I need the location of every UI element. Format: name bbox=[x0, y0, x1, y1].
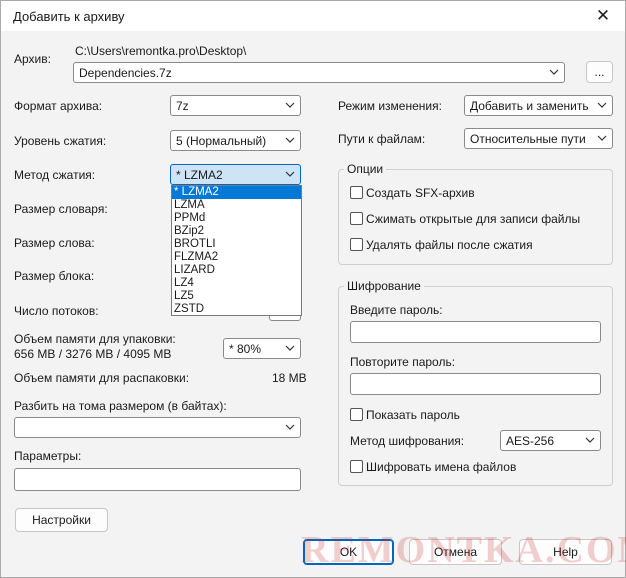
archive-path: C:\Users\remontka.pro\Desktop\ bbox=[75, 44, 247, 58]
method-value: * LZMA2 bbox=[176, 168, 223, 182]
dropdown-option-zstd[interactable]: ZSTD bbox=[172, 303, 301, 316]
ok-button[interactable]: OK bbox=[303, 539, 394, 565]
dropdown-option-brotli[interactable]: BROTLI bbox=[172, 238, 301, 251]
path-mode-value: Относительные пути bbox=[470, 132, 586, 146]
show-password-label: Показать пароль bbox=[366, 408, 460, 422]
mem-pack-label: Объем памяти для упаковки: bbox=[14, 332, 176, 346]
window-title: Добавить к архиву bbox=[13, 9, 125, 24]
params-input[interactable] bbox=[14, 468, 301, 491]
update-mode-select[interactable]: Добавить и заменить bbox=[464, 95, 613, 116]
mem-pack-percent-select[interactable]: * 80% bbox=[223, 338, 301, 359]
format-select[interactable]: 7z bbox=[170, 95, 301, 116]
dropdown-option-lz5[interactable]: LZ5 bbox=[172, 290, 301, 303]
split-label: Разбить на тома размером (в байтах): bbox=[14, 399, 227, 413]
chevron-down-icon bbox=[285, 345, 295, 351]
title-bar: Добавить к архиву ✕ bbox=[1, 1, 625, 31]
dropdown-option-flzma2[interactable]: FLZMA2 bbox=[172, 251, 301, 264]
method-select[interactable]: * LZMA2 bbox=[170, 164, 301, 185]
repeat-password-input[interactable] bbox=[350, 373, 601, 395]
options-group-title: Опции bbox=[344, 162, 387, 176]
word-size-label: Размер слова: bbox=[14, 236, 95, 250]
chevron-down-icon bbox=[597, 135, 607, 141]
mem-unpack-value: 18 MB bbox=[272, 371, 307, 385]
help-button[interactable]: Help bbox=[519, 539, 612, 565]
repeat-password-label: Повторите пароль: bbox=[350, 355, 456, 369]
split-volume-combobox[interactable] bbox=[14, 417, 301, 438]
block-size-label: Размер блока: bbox=[14, 269, 95, 283]
update-mode-label: Режим изменения: bbox=[338, 99, 442, 113]
close-icon: ✕ bbox=[595, 6, 611, 25]
enter-password-label: Введите пароль: bbox=[350, 303, 443, 317]
mem-pack-values: 656 MB / 3276 MB / 4095 MB bbox=[14, 347, 172, 361]
threads-label: Число потоков: bbox=[14, 304, 99, 318]
add-to-archive-dialog: Добавить к архиву ✕ Архив: C:\Users\remo… bbox=[0, 0, 626, 578]
enc-method-value: AES-256 bbox=[506, 434, 555, 448]
level-label: Уровень сжатия: bbox=[14, 134, 107, 148]
show-password-checkbox[interactable] bbox=[350, 408, 363, 421]
settings-button[interactable]: Настройки bbox=[15, 508, 108, 532]
browse-button[interactable]: ... bbox=[586, 61, 613, 83]
mem-pack-percent-value: * 80% bbox=[229, 342, 262, 356]
dropdown-option-lzma2[interactable]: * LZMA2 bbox=[172, 186, 301, 199]
path-mode-label: Пути к файлам: bbox=[338, 132, 426, 146]
enc-method-label: Метод шифрования: bbox=[350, 434, 465, 448]
encrypt-names-checkbox[interactable] bbox=[350, 460, 363, 473]
help-button-label: Help bbox=[553, 545, 578, 559]
enc-method-select[interactable]: AES-256 bbox=[500, 430, 601, 451]
format-value: 7z bbox=[176, 99, 189, 113]
ok-button-label: OK bbox=[339, 545, 358, 559]
archive-name-value: Dependencies.7z bbox=[79, 66, 172, 80]
settings-button-label: Настройки bbox=[32, 513, 91, 527]
chevron-down-icon bbox=[549, 69, 559, 75]
chevron-down-icon bbox=[285, 171, 295, 177]
level-value: 5 (Нормальный) bbox=[176, 134, 267, 148]
level-select[interactable]: 5 (Нормальный) bbox=[170, 130, 301, 151]
browse-button-label: ... bbox=[594, 65, 605, 79]
compress-shared-checkbox[interactable] bbox=[350, 212, 363, 225]
sfx-checkbox[interactable] bbox=[350, 186, 363, 199]
format-label: Формат архива: bbox=[14, 99, 103, 113]
delete-after-checkbox[interactable] bbox=[350, 238, 363, 251]
chevron-down-icon bbox=[285, 137, 295, 143]
password-input[interactable] bbox=[350, 321, 601, 343]
delete-after-label: Удалять файлы после сжатия bbox=[366, 238, 533, 252]
params-label: Параметры: bbox=[14, 449, 82, 463]
method-label: Метод сжатия: bbox=[14, 168, 96, 182]
dropdown-option-lizard[interactable]: LIZARD bbox=[172, 264, 301, 277]
archive-name-combobox[interactable]: Dependencies.7z bbox=[73, 62, 565, 83]
dropdown-option-lz4[interactable]: LZ4 bbox=[172, 277, 301, 290]
dict-size-label: Размер словаря: bbox=[14, 202, 108, 216]
compress-shared-label: Сжимать открытые для записи файлы bbox=[366, 212, 581, 226]
mem-unpack-label: Объем памяти для распаковки: bbox=[14, 371, 190, 385]
update-mode-value: Добавить и заменить bbox=[470, 99, 589, 113]
archive-label: Архив: bbox=[14, 52, 51, 66]
chevron-down-icon bbox=[597, 102, 607, 108]
encryption-group-title: Шифрование bbox=[344, 279, 424, 293]
close-button[interactable]: ✕ bbox=[581, 1, 625, 31]
method-dropdown-list: * LZMA2 LZMA PPMd BZip2 BROTLI FLZMA2 LI… bbox=[171, 185, 302, 316]
dropdown-option-bzip2[interactable]: BZip2 bbox=[172, 225, 301, 238]
cancel-button-label: Отмена bbox=[433, 545, 478, 559]
chevron-down-icon bbox=[285, 102, 295, 108]
cancel-button[interactable]: Отмена bbox=[409, 539, 502, 565]
chevron-down-icon bbox=[285, 424, 295, 430]
chevron-down-icon bbox=[585, 437, 595, 443]
sfx-label: Создать SFX-архив bbox=[366, 186, 475, 200]
dropdown-option-lzma[interactable]: LZMA bbox=[172, 199, 301, 212]
dropdown-option-ppmd[interactable]: PPMd bbox=[172, 212, 301, 225]
path-mode-select[interactable]: Относительные пути bbox=[464, 128, 613, 149]
encrypt-names-label: Шифровать имена файлов bbox=[366, 460, 517, 474]
